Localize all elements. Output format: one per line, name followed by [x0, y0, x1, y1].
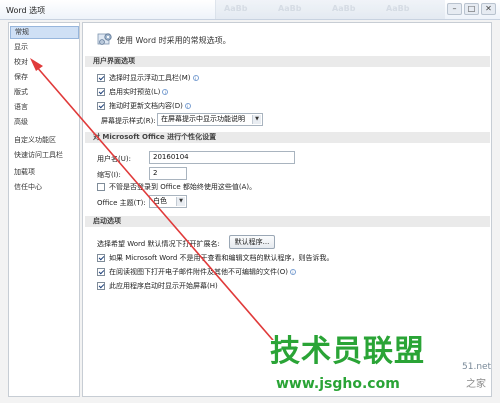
always-use-option[interactable]: 不管是否登录到 Office 都始终使用这些值(A)。	[97, 181, 256, 193]
section-startup: 启动选项	[85, 216, 490, 227]
settings-icon	[97, 33, 112, 45]
title-bar: Word 选项 AaBb AaBb AaBb AaBb – □ ✕	[0, 0, 500, 20]
info-icon: i	[184, 103, 191, 109]
open-attachments-option[interactable]: 在阅读视图下打开电子邮件附件及其他不可编辑的文件(O) i	[97, 266, 296, 278]
sidebar-item-quick-access-toolbar[interactable]: 快速访问工具栏	[10, 149, 79, 162]
sidebar-item-language[interactable]: 语言	[10, 101, 79, 114]
show-start-option[interactable]: 此应用程序启动时显示开始屏幕(H)	[97, 280, 218, 292]
info-icon: i	[192, 75, 199, 81]
ghost-style-3: AaBb	[332, 4, 356, 13]
open-attachments-label: 在阅读视图下打开电子邮件附件及其他不可编辑的文件(O)	[109, 268, 288, 276]
window-title: Word 选项	[6, 6, 46, 15]
sidebar-item-display[interactable]: 显示	[10, 41, 79, 54]
update-content-checkbox[interactable]	[97, 102, 105, 110]
username-label: 用户名(U):	[97, 155, 131, 163]
page-description: 使用 Word 时采用的常规选项。	[117, 36, 231, 45]
ghost-style-2: AaBb	[278, 4, 302, 13]
sidebar-item-customize-ribbon[interactable]: 自定义功能区	[10, 134, 79, 147]
sidebar-item-save[interactable]: 保存	[10, 71, 79, 84]
ribbon-background: AaBb AaBb AaBb AaBb	[215, 0, 445, 19]
section-ui-options: 用户界面选项	[85, 56, 490, 67]
default-programs-button[interactable]: 默认程序...	[229, 235, 275, 249]
chevron-down-icon: ▼	[176, 197, 185, 206]
theme-select[interactable]: 白色 ▼	[149, 195, 187, 208]
ghost-style-4: AaBb	[386, 4, 410, 13]
tell-me-label: 如果 Microsoft Word 不是用于查看和编辑文档的默认程序，则告诉我。	[109, 254, 334, 262]
screentip-value: 在屏幕提示中显示功能说明	[161, 115, 245, 123]
update-content-label: 拖动时更新文档内容(D)	[109, 102, 183, 110]
sidebar-item-general[interactable]: 常规	[10, 26, 79, 39]
initials-label: 缩写(I):	[97, 171, 121, 179]
sidebar-item-advanced[interactable]: 高级	[10, 116, 79, 129]
sidebar-item-proofing[interactable]: 校对	[10, 56, 79, 69]
open-attachments-checkbox[interactable]	[97, 268, 105, 276]
theme-value: 白色	[153, 197, 167, 205]
initials-field[interactable]: 2	[149, 167, 187, 180]
ghost-style-1: AaBb	[224, 4, 248, 13]
show-start-checkbox[interactable]	[97, 282, 105, 290]
always-use-label: 不管是否登录到 Office 都始终使用这些值(A)。	[109, 183, 257, 191]
tell-me-option[interactable]: 如果 Microsoft Word 不是用于查看和编辑文档的默认程序，则告诉我。	[97, 252, 334, 264]
general-options-panel: 使用 Word 时采用的常规选项。 用户界面选项 选择时显示浮动工具栏(M) i…	[82, 22, 492, 397]
options-sidebar: 常规 显示 校对 保存 版式 语言 高级 自定义功能区 快速访问工具栏 加载项 …	[8, 22, 80, 397]
show-start-label: 此应用程序启动时显示开始屏幕(H)	[109, 282, 218, 290]
always-use-checkbox[interactable]	[97, 183, 105, 191]
minimize-button[interactable]: –	[447, 3, 462, 15]
theme-label: Office 主题(T):	[97, 199, 146, 207]
mini-toolbar-option[interactable]: 选择时显示浮动工具栏(M) i	[97, 72, 199, 84]
update-content-option[interactable]: 拖动时更新文档内容(D) i	[97, 100, 191, 112]
sidebar-item-layout[interactable]: 版式	[10, 86, 79, 99]
live-preview-label: 启用实时预览(L)	[109, 88, 161, 96]
maximize-button[interactable]: □	[464, 3, 479, 15]
chevron-down-icon: ▼	[252, 115, 261, 124]
sidebar-item-addins[interactable]: 加载项	[10, 166, 79, 179]
close-button[interactable]: ✕	[481, 3, 496, 15]
default-extensions-label: 选择希望 Word 默认情况下打开扩展名:	[97, 240, 220, 248]
live-preview-option[interactable]: 启用实时预览(L) i	[97, 86, 169, 98]
info-icon: i	[162, 89, 169, 95]
window-controls: – □ ✕	[447, 3, 496, 15]
mini-toolbar-checkbox[interactable]	[97, 74, 105, 82]
sidebar-item-trust-center[interactable]: 信任中心	[10, 181, 79, 194]
section-personalize: 对 Microsoft Office 进行个性化设置	[85, 132, 490, 143]
username-field[interactable]: 20160104	[149, 151, 295, 164]
info-icon: i	[289, 269, 296, 275]
mini-toolbar-label: 选择时显示浮动工具栏(M)	[109, 74, 191, 82]
screentip-select[interactable]: 在屏幕提示中显示功能说明 ▼	[157, 113, 263, 126]
screentip-label: 屏幕提示样式(R):	[101, 117, 156, 125]
tell-me-checkbox[interactable]	[97, 254, 105, 262]
live-preview-checkbox[interactable]	[97, 88, 105, 96]
